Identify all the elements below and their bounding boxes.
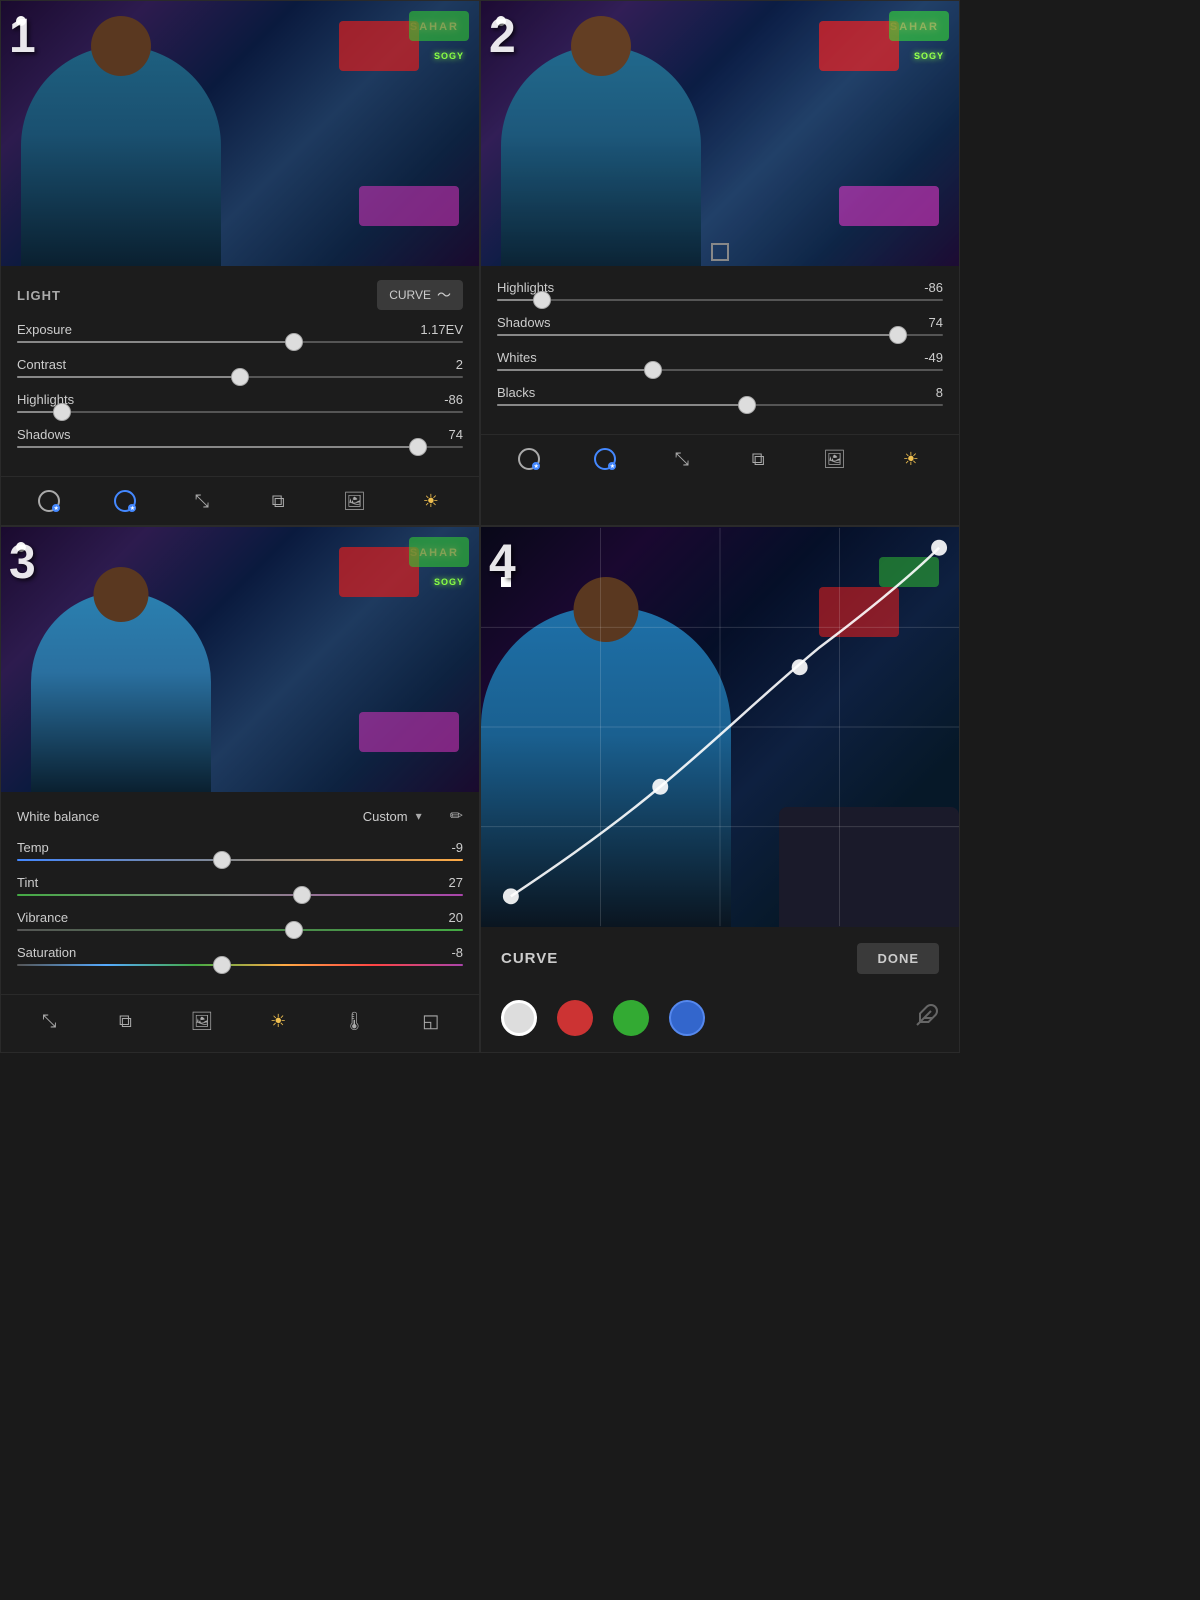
curve-photo-bg: 4 (481, 527, 959, 927)
tool-brush-1[interactable]: ★ (109, 485, 141, 517)
exposure-slider: Exposure 1.17EV (17, 322, 463, 343)
tool-photo-3[interactable]: 🖼 (186, 1005, 218, 1037)
curve-editor: 4 (481, 527, 959, 927)
toolbar-2: ★ ★ ⤡ ⧉ 🖼 ☀ (481, 434, 959, 483)
panel-number-3: 3 (9, 535, 36, 590)
tool-copy-3[interactable]: ⧉ (109, 1005, 141, 1037)
blacks-slider: Blacks 8 (497, 385, 943, 406)
tool-select-2[interactable]: ★ (513, 443, 545, 475)
panel-number-1: 1 (9, 9, 36, 64)
toolbar-3: ⤡ ⧉ 🖼 ☀ 🌡 ◱ (1, 994, 479, 1047)
channel-white[interactable] (501, 1000, 537, 1036)
channel-blue[interactable] (669, 1000, 705, 1036)
tool-brush-2[interactable]: ★ (589, 443, 621, 475)
panel-3-controls: White balance Custom ▾ ✏ Temp -9 Tin (1, 792, 479, 994)
tool-light-3[interactable]: ☀ (262, 1005, 294, 1037)
panel-2: SAHAR SOGY 2 Highlights -86 (480, 0, 960, 526)
tool-select-1[interactable]: ★ (33, 485, 65, 517)
panel-number-2: 2 (489, 9, 516, 64)
tool-photo-1[interactable]: 🖼 (338, 485, 370, 517)
tool-photo-2[interactable]: 🖼 (818, 443, 850, 475)
tool-temp-3[interactable]: 🌡 (338, 1005, 370, 1037)
tool-light-2[interactable]: ☀ (895, 443, 927, 475)
shadows-slider-1: Shadows 74 (17, 427, 463, 448)
photo-3: SAHAR SOGY 3 (1, 527, 479, 792)
panel-3: SAHAR SOGY 3 White balance Custom ▾ ✏ (0, 526, 480, 1053)
panel-1: SAHAR SOGY 1 LIGHT CURVE 〜 (0, 0, 480, 526)
feather-icon[interactable] (915, 1003, 939, 1033)
tool-crop-1[interactable]: ⤡ (186, 485, 218, 517)
contrast-slider: Contrast 2 (17, 357, 463, 378)
tool-crop-3[interactable]: ⤡ (33, 1005, 65, 1037)
white-balance-value: Custom (363, 809, 408, 824)
curve-button-1[interactable]: CURVE 〜 (377, 280, 463, 310)
panel-number-4: 4 (489, 535, 516, 590)
highlights-slider-2: Highlights -86 (497, 280, 943, 301)
photo-1: SAHAR SOGY 1 (1, 1, 479, 266)
tool-edit-3[interactable]: ◱ (415, 1005, 447, 1037)
tool-copy-2[interactable]: ⧉ (742, 443, 774, 475)
curve-footer: CURVE DONE (481, 927, 959, 990)
channel-selector (481, 990, 959, 1052)
white-balance-label: White balance (17, 809, 99, 824)
toolbar-1: ★ ★ ⤡ ⧉ 🖼 ☀ (1, 476, 479, 525)
panel-2-controls: Highlights -86 Shadows 74 (481, 266, 959, 434)
saturation-slider: Saturation -8 (17, 945, 463, 966)
highlights-slider-1: Highlights -86 (17, 392, 463, 413)
panel-4: 4 CURVE DONE (480, 526, 960, 1053)
photo-2: SAHAR SOGY 2 (481, 1, 959, 266)
shadows-slider-2: Shadows 74 (497, 315, 943, 336)
tool-crop-2[interactable]: ⤡ (666, 443, 698, 475)
light-label: LIGHT (17, 288, 61, 303)
whites-slider: Whites -49 (497, 350, 943, 371)
tool-light-1[interactable]: ☀ (415, 485, 447, 517)
vibrance-slider: Vibrance 20 (17, 910, 463, 931)
channel-green[interactable] (613, 1000, 649, 1036)
tool-copy-1[interactable]: ⧉ (262, 485, 294, 517)
tint-slider: Tint 27 (17, 875, 463, 896)
done-button[interactable]: DONE (857, 943, 939, 974)
panel-1-controls: LIGHT CURVE 〜 Exposure 1.17EV Contr (1, 266, 479, 476)
curve-grid-svg (481, 527, 959, 927)
temp-slider: Temp -9 (17, 840, 463, 861)
channel-red[interactable] (557, 1000, 593, 1036)
curve-footer-label: CURVE (501, 950, 558, 967)
